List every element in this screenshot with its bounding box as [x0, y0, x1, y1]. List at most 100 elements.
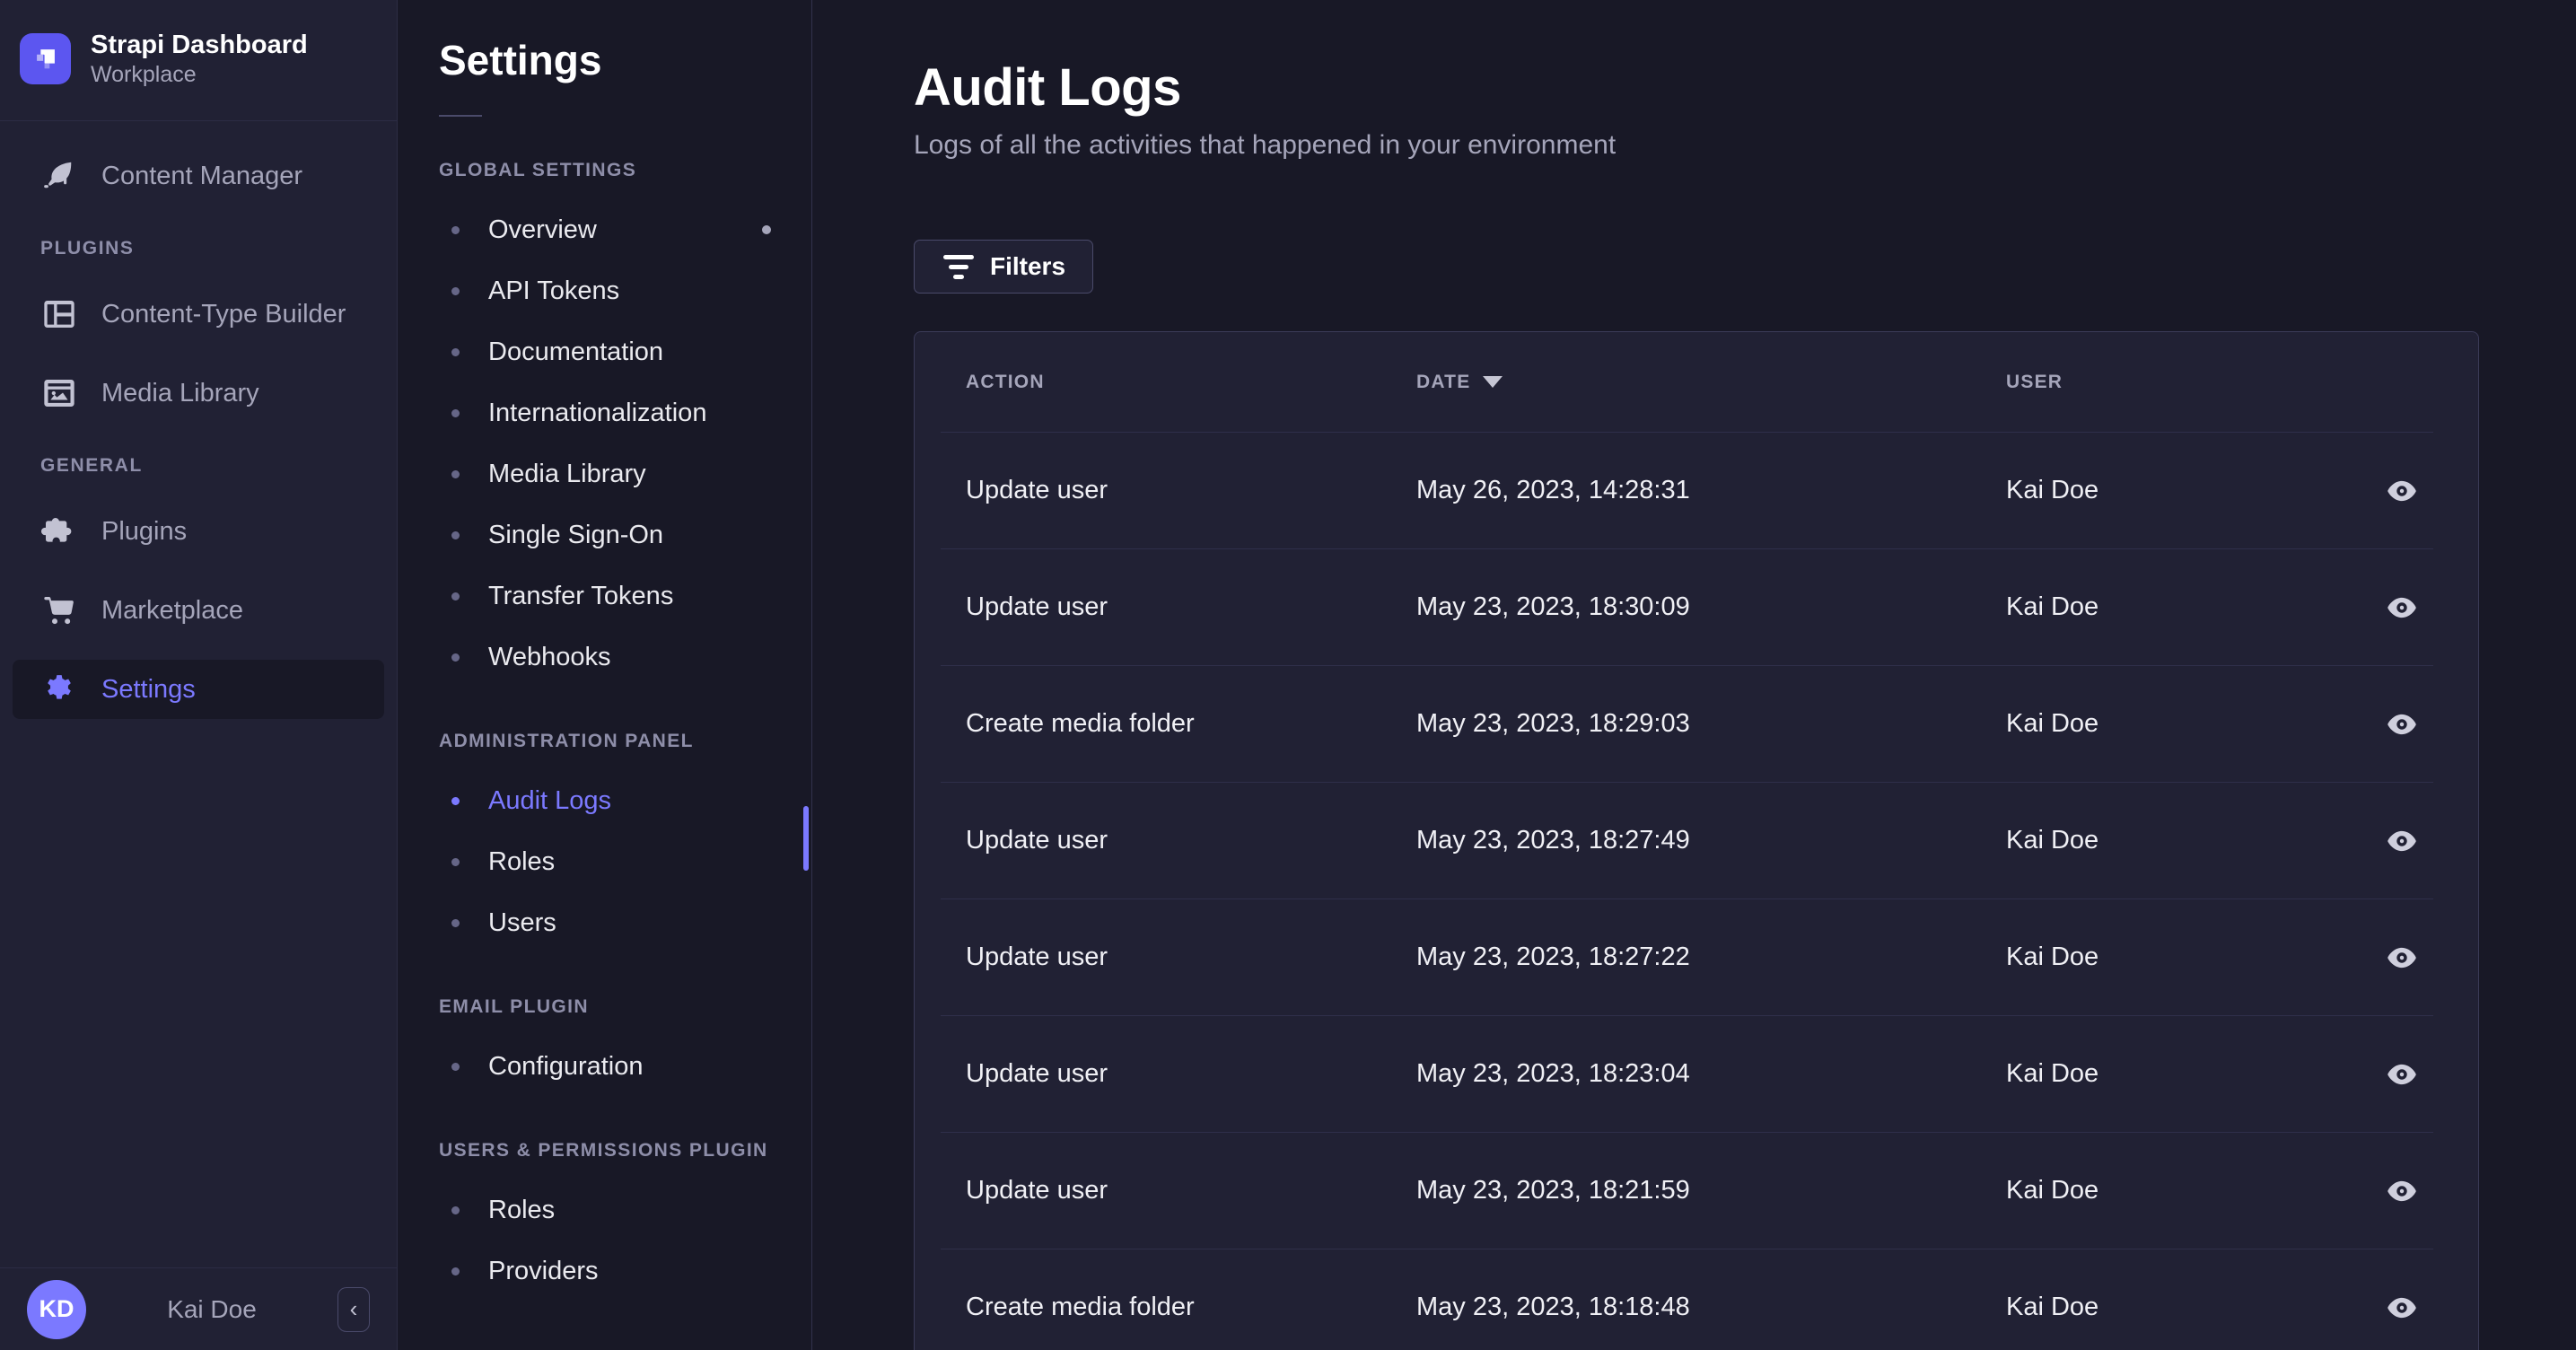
- subnav-item-up-roles[interactable]: Roles: [398, 1179, 811, 1240]
- subnav-item-transfer-tokens[interactable]: Transfer Tokens: [398, 565, 811, 627]
- table-row[interactable]: Update user May 23, 2023, 18:27:22 Kai D…: [915, 899, 2478, 1015]
- workspace-name: Workplace: [91, 62, 197, 87]
- table-row[interactable]: Create media folder May 23, 2023, 18:18:…: [915, 1249, 2478, 1350]
- bullet-icon: [451, 1267, 460, 1275]
- bullet-icon: [451, 469, 460, 478]
- puzzle-icon: [40, 513, 78, 550]
- sidebar-item-media-library[interactable]: Media Library: [13, 364, 384, 423]
- filters-button[interactable]: Filters: [914, 240, 1094, 294]
- view-log-button[interactable]: [2377, 466, 2427, 516]
- nav-section-plugins: Plugins: [40, 238, 135, 259]
- sidebar-item-settings[interactable]: Settings: [13, 660, 384, 719]
- sidebar-item-content-manager[interactable]: Content Manager: [13, 146, 384, 206]
- bullet-icon: [451, 286, 460, 295]
- column-header-action: Action: [966, 371, 1045, 392]
- sidebar-item-label: Marketplace: [101, 595, 243, 625]
- subnav-item-admin-users[interactable]: Users: [398, 892, 811, 953]
- sidebar-item-content-type-builder[interactable]: Content-Type Builder: [13, 285, 384, 344]
- main-nav: Strapi Dashboard Workplace Content Manag…: [0, 0, 398, 1350]
- notification-dot-icon: [762, 225, 771, 234]
- subnav-item-internationalization[interactable]: Internationalization: [398, 382, 811, 443]
- bullet-icon: [451, 918, 460, 927]
- subnav-item-up-providers[interactable]: Providers: [398, 1240, 811, 1302]
- feather-pen-icon: [40, 157, 78, 195]
- subnav-section-email-plugin: Email Plugin: [439, 996, 589, 1017]
- subnav-item-single-sign-on[interactable]: Single Sign-On: [398, 504, 811, 565]
- sidebar-item-label: Settings: [101, 674, 196, 704]
- eye-icon: [2388, 1180, 2416, 1201]
- bullet-icon: [451, 1062, 460, 1071]
- subnav-item-webhooks[interactable]: Webhooks: [398, 627, 811, 688]
- filter-icon: [942, 254, 976, 279]
- collapse-sidebar-button[interactable]: ‹: [337, 1286, 370, 1332]
- subnav-item-media-library[interactable]: Media Library: [398, 443, 811, 504]
- app-title: Strapi Dashboard: [91, 31, 308, 59]
- table-header-row: Action Date User: [915, 332, 2478, 432]
- sidebar-item-marketplace[interactable]: Marketplace: [13, 581, 384, 640]
- eye-icon: [2388, 830, 2416, 851]
- subnav-section-administration-panel: Administration Panel: [439, 731, 694, 751]
- user-avatar[interactable]: KD: [27, 1279, 86, 1339]
- sidebar-item-label: Plugins: [101, 516, 188, 546]
- strapi-logo-icon: [20, 32, 71, 84]
- chevron-left-icon: ‹: [349, 1295, 358, 1322]
- bullet-icon: [451, 225, 460, 234]
- table-row[interactable]: Create media folder May 23, 2023, 18:29:…: [915, 666, 2478, 782]
- subnav-item-documentation[interactable]: Documentation: [398, 321, 811, 382]
- column-header-date[interactable]: Date: [1416, 372, 2006, 393]
- sidebar-item-label: Content-Type Builder: [101, 299, 346, 329]
- eye-icon: [2388, 1297, 2416, 1318]
- workspace-switcher[interactable]: Strapi Dashboard Workplace: [0, 0, 397, 120]
- settings-subnav: Settings Global Settings Overview API To…: [398, 0, 812, 1350]
- sidebar-item-label: Content Manager: [101, 161, 303, 190]
- layout-icon: [40, 295, 78, 333]
- table-row[interactable]: Update user May 23, 2023, 18:27:49 Kai D…: [915, 783, 2478, 899]
- column-header-user: User: [2006, 371, 2063, 392]
- subnav-item-admin-roles[interactable]: Roles: [398, 831, 811, 892]
- bullet-icon: [451, 1205, 460, 1214]
- view-log-button[interactable]: [2377, 699, 2427, 750]
- nav-section-general: General: [40, 455, 143, 476]
- table-row[interactable]: Update user May 23, 2023, 18:21:59 Kai D…: [915, 1133, 2478, 1249]
- view-log-button[interactable]: [2377, 933, 2427, 983]
- image-icon: [40, 374, 78, 412]
- view-log-button[interactable]: [2377, 1166, 2427, 1216]
- bullet-icon: [451, 796, 460, 805]
- table-row[interactable]: Update user May 26, 2023, 14:28:31 Kai D…: [915, 433, 2478, 548]
- subnav-item-email-configuration[interactable]: Configuration: [398, 1036, 811, 1097]
- bullet-icon: [451, 653, 460, 662]
- view-log-button[interactable]: [2377, 583, 2427, 633]
- audit-logs-page: Audit Logs Logs of all the activities th…: [812, 0, 2576, 1350]
- user-name: Kai Doe: [167, 1294, 257, 1323]
- eye-icon: [2388, 480, 2416, 501]
- cart-icon: [40, 592, 78, 629]
- view-log-button[interactable]: [2377, 1283, 2427, 1333]
- gear-icon: [40, 671, 78, 708]
- subnav-section-global-settings: Global Settings: [439, 160, 637, 180]
- eye-icon: [2388, 1064, 2416, 1084]
- table-row[interactable]: Update user May 23, 2023, 18:23:04 Kai D…: [915, 1016, 2478, 1132]
- view-log-button[interactable]: [2377, 1049, 2427, 1100]
- subnav-item-overview[interactable]: Overview: [398, 199, 811, 260]
- page-subtitle: Logs of all the activities that happened…: [914, 130, 1617, 160]
- subnav-item-audit-logs[interactable]: Audit Logs: [398, 770, 811, 831]
- view-log-button[interactable]: [2377, 816, 2427, 866]
- bullet-icon: [451, 857, 460, 866]
- subnav-title: Settings: [439, 37, 602, 83]
- subnav-scrollbar-thumb[interactable]: [803, 806, 809, 871]
- subnav-item-api-tokens[interactable]: API Tokens: [398, 260, 811, 321]
- subnav-section-users-permissions-plugin: Users & Permissions Plugin: [439, 1140, 768, 1161]
- divider: [439, 115, 482, 117]
- table-row[interactable]: Update user May 23, 2023, 18:30:09 Kai D…: [915, 549, 2478, 665]
- sidebar-item-label: Media Library: [101, 378, 259, 408]
- sidebar-item-plugins[interactable]: Plugins: [13, 502, 384, 561]
- audit-logs-table: Action Date User Update user May 26, 202…: [914, 331, 2479, 1350]
- eye-icon: [2388, 947, 2416, 968]
- bullet-icon: [451, 530, 460, 539]
- page-title: Audit Logs: [914, 58, 1181, 117]
- eye-icon: [2388, 597, 2416, 618]
- eye-icon: [2388, 714, 2416, 734]
- bullet-icon: [451, 347, 460, 356]
- bullet-icon: [451, 408, 460, 417]
- bullet-icon: [451, 592, 460, 600]
